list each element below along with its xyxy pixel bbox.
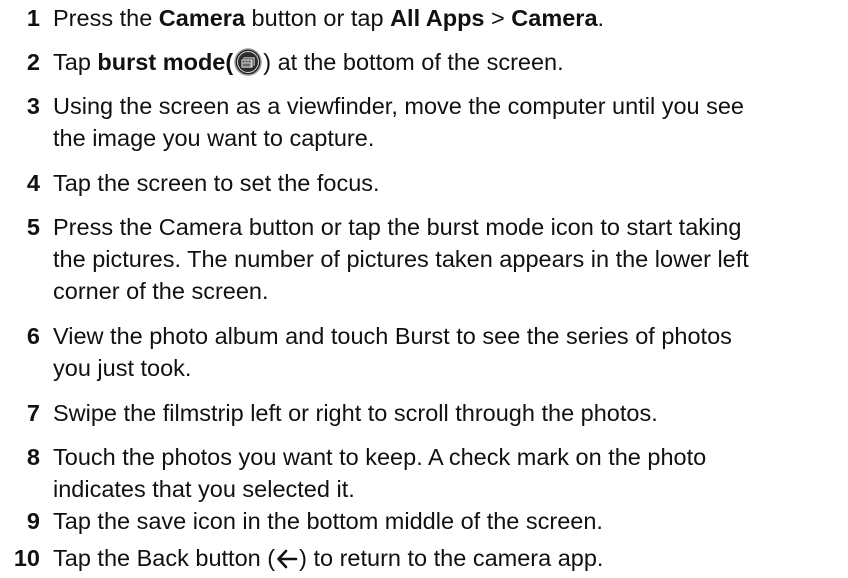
step-text: Touch the photos you want to keep. A che… (53, 444, 707, 502)
step-number: 2 (26, 49, 40, 75)
step-number: 4 (26, 170, 40, 196)
back-arrow-icon (277, 549, 298, 569)
step-text: Swipe the filmstrip left or right to scr… (53, 400, 658, 426)
step-number: 8 (26, 444, 40, 470)
step-text: View the photo album and touch Burst to … (53, 323, 732, 381)
step-number: 3 (26, 93, 40, 119)
step-number: 5 (26, 214, 40, 240)
all-apps-term: All Apps (390, 5, 485, 31)
step-number: 6 (26, 323, 40, 349)
step-number: 7 (26, 400, 40, 426)
step-text: Tap the screen to set the focus. (53, 170, 380, 196)
step-number: 10 (13, 545, 40, 571)
camera-app-term: Camera (511, 5, 598, 31)
step-text: Tap burst mode( ) at the bottom of the s… (53, 48, 564, 76)
step-text: Tap the save icon in the bottom middle o… (53, 508, 603, 534)
step-number: 9 (26, 508, 40, 534)
burst-mode-icon (234, 48, 262, 76)
step-text: Press the Camera button or tap the burst… (53, 214, 749, 304)
camera-button-term: Camera (158, 5, 246, 31)
step-text: Tap the Back button ( ) to return to the… (53, 545, 604, 571)
burst-mode-term: burst mode (97, 49, 226, 75)
step-text: Press the Camera button or tap All Apps … (53, 5, 605, 31)
step-number: 1 (26, 5, 40, 31)
step-text: Using the screen as a viewfinder, move t… (53, 93, 745, 151)
